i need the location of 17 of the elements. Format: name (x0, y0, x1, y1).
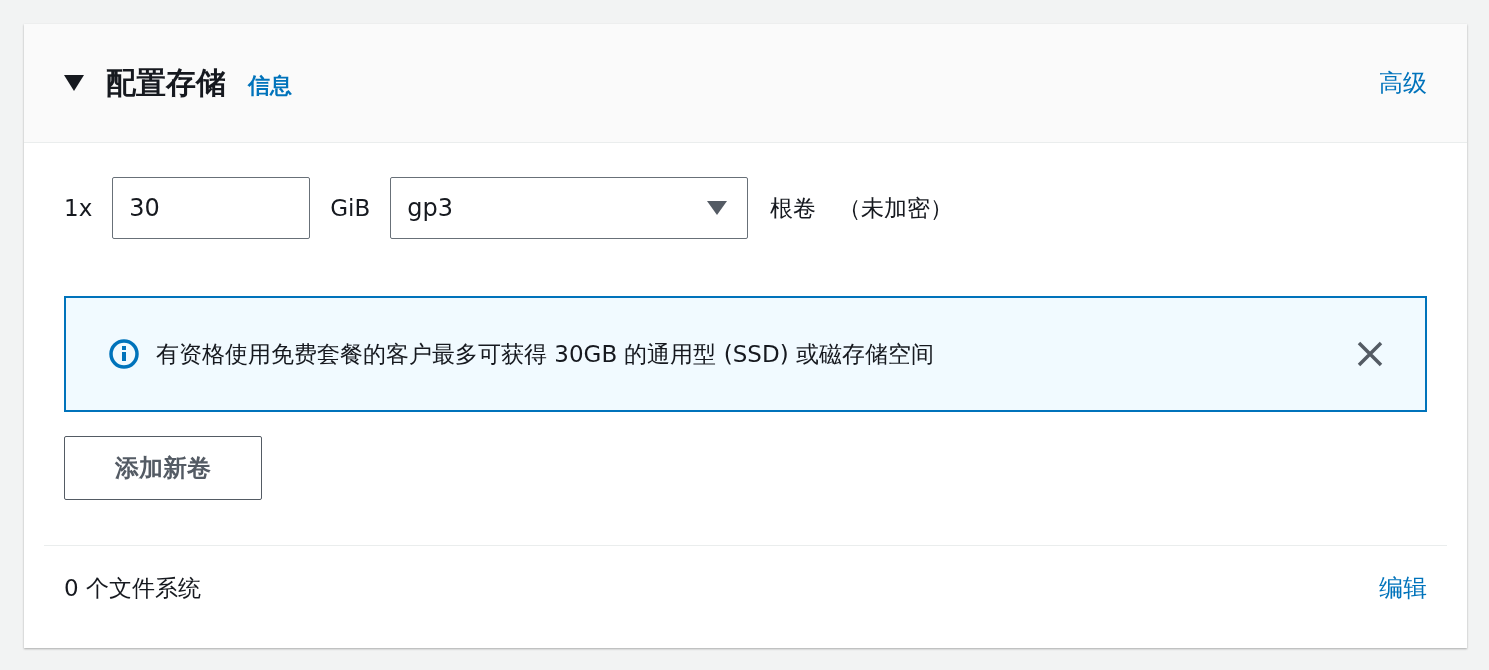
size-input[interactable]: 30 (112, 177, 311, 239)
volume-count: 1x (64, 195, 93, 221)
volume-type-select[interactable]: gp3 (390, 177, 749, 239)
panel-title: 配置存储 (106, 63, 226, 102)
close-icon[interactable] (1357, 341, 1383, 367)
unit-label: GiB (330, 195, 371, 221)
info-icon (108, 338, 140, 370)
add-volume-button[interactable]: 添加新卷 (64, 436, 262, 500)
info-link[interactable]: 信息 (248, 71, 292, 101)
caret-icon (707, 201, 728, 215)
file-system-count: 0 个文件系统 (64, 573, 201, 603)
encryption-status: （未加密） (838, 193, 954, 223)
advanced-link[interactable]: 高级 (1379, 67, 1427, 99)
alert-message: 有资格使用免费套餐的客户最多可获得 30GB 的通用型 (SSD) 或磁存储空间 (156, 339, 934, 369)
volume-label: 根卷 (770, 193, 817, 223)
caret-icon[interactable] (64, 75, 84, 91)
edit-link[interactable]: 编辑 (1379, 572, 1427, 604)
